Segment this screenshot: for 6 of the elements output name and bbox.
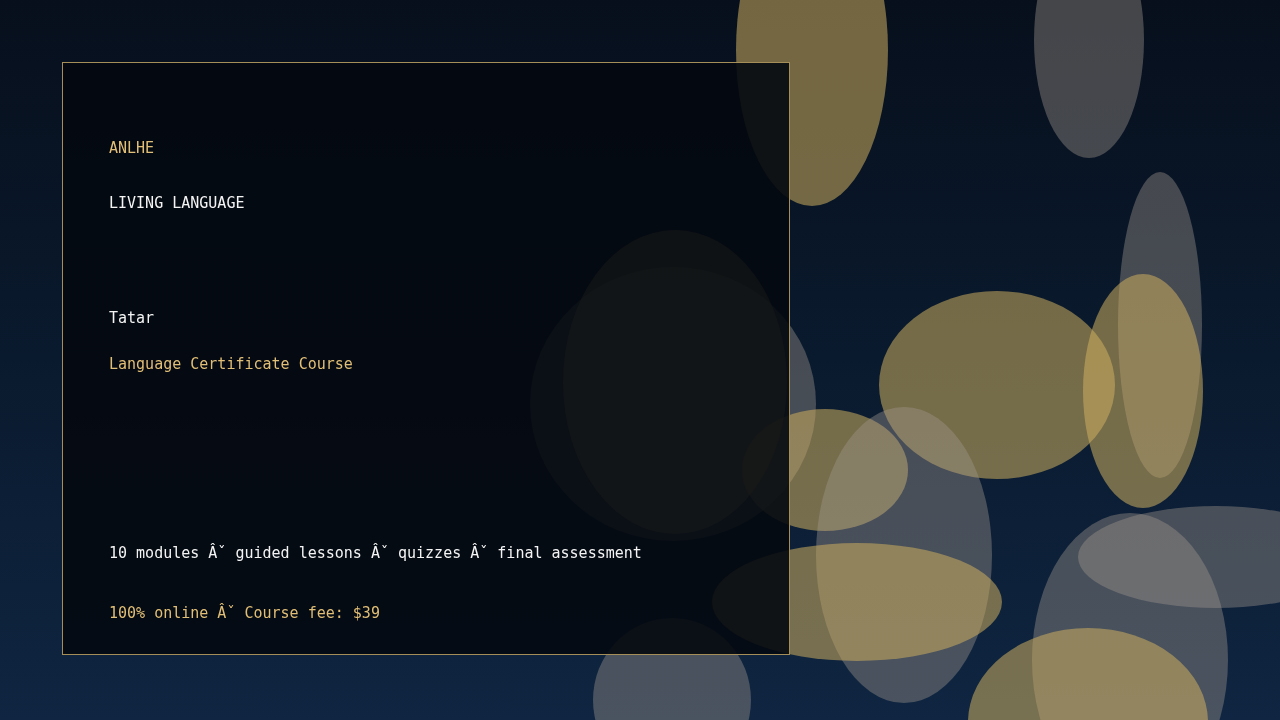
course-title: Language Certificate Course xyxy=(109,354,353,374)
tagline: LIVING LANGUAGE xyxy=(109,193,245,213)
course-features: 10 modules Âˇ guided lessons Âˇ quizzes Âˇ final assessment xyxy=(109,543,642,563)
language-name: Tatar xyxy=(109,308,155,328)
course-pricing: 100% online Âˇ Course fee: $39 xyxy=(109,603,380,623)
brand-name: ANLHE xyxy=(109,138,155,158)
